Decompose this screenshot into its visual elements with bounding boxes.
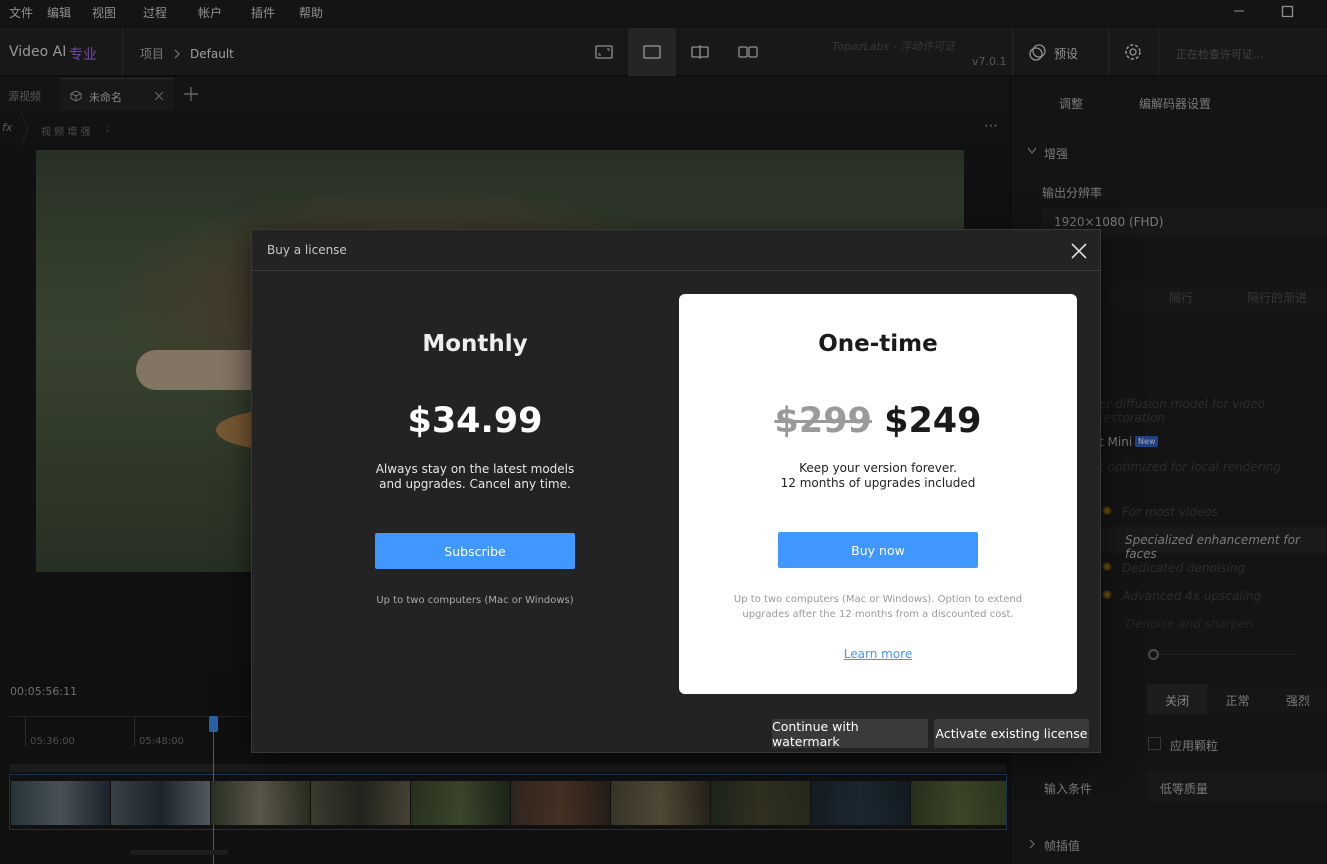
onetime-note-line: Up to two computers (Mac or Windows). Op…: [733, 594, 1023, 605]
onetime-price: $249: [884, 401, 982, 441]
learn-more-link[interactable]: Learn more: [679, 647, 1077, 661]
onetime-old-price: $299: [774, 401, 872, 441]
dialog-header: Buy a license: [252, 230, 1100, 271]
onetime-title: One-time: [818, 331, 938, 357]
onetime-desc-line: 12 months of upgrades included: [780, 476, 976, 490]
activate-license-button[interactable]: Activate existing license: [934, 719, 1089, 748]
subscribe-button[interactable]: Subscribe: [375, 533, 575, 569]
buy-now-button[interactable]: Buy now: [778, 532, 978, 568]
monthly-desc-line: and upgrades. Cancel any time.: [379, 477, 571, 491]
monthly-desc-line: Always stay on the latest models: [375, 462, 575, 476]
continue-watermark-button[interactable]: Continue with watermark: [772, 719, 928, 749]
onetime-description: Keep your version forever. 12 months of …: [679, 461, 1077, 491]
onetime-note: Up to two computers (Mac or Windows). Op…: [679, 592, 1077, 622]
dialog-title: Buy a license: [267, 243, 347, 257]
onetime-price-row: $299 $249: [679, 401, 1077, 441]
monthly-note: Up to two computers (Mac or Windows): [376, 595, 574, 606]
onetime-card: One-time $299 $249 Keep your version for…: [679, 294, 1077, 694]
monthly-title: Monthly: [422, 331, 528, 357]
license-dialog: Buy a license Monthly $34.99 Always stay…: [251, 229, 1101, 753]
monthly-price: $34.99: [407, 401, 543, 441]
onetime-note-line: upgrades after the 12 months from a disc…: [742, 609, 1014, 620]
onetime-desc-line: Keep your version forever.: [799, 461, 957, 475]
close-icon[interactable]: [1068, 240, 1090, 262]
monthly-description: Always stay on the latest models and upg…: [276, 462, 674, 492]
